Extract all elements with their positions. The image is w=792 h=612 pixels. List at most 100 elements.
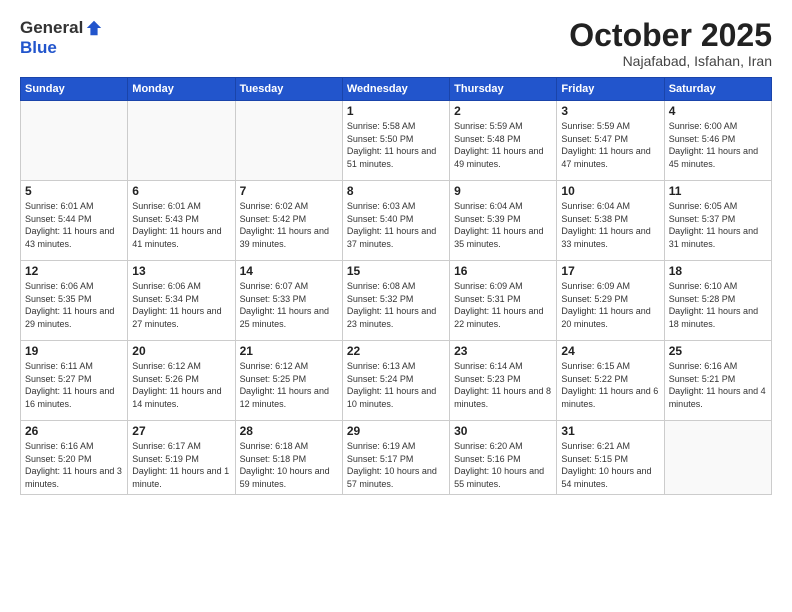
day-info: Sunrise: 6:04 AM Sunset: 5:38 PM Dayligh…	[561, 200, 659, 250]
weekday-header-row: Sunday Monday Tuesday Wednesday Thursday…	[21, 78, 772, 101]
day-number: 3	[561, 104, 659, 118]
day-number: 18	[669, 264, 767, 278]
table-row: 5Sunrise: 6:01 AM Sunset: 5:44 PM Daylig…	[21, 181, 128, 261]
table-row: 27 Sunrise: 6:17 AM Sunset: 5:19 PM Dayli…	[128, 421, 235, 494]
day-info: Sunrise: 6:00 AM Sunset: 5:46 PM Dayligh…	[669, 120, 767, 170]
header-friday: Friday	[557, 78, 664, 101]
table-row: 20 Sunrise: 6:12 AM Sunset: 5:26 PM Dayli…	[128, 341, 235, 421]
day-number: 2	[454, 104, 552, 118]
table-row: 7 Sunrise: 6:02 AM Sunset: 5:42 PM Daylig…	[235, 181, 342, 261]
day-number: 22	[347, 344, 445, 358]
day-number: 7	[240, 184, 338, 198]
day-info: Sunrise: 6:06 AM Sunset: 5:34 PM Dayligh…	[132, 280, 230, 330]
table-row: 25 Sunrise: 6:16 AM Sunset: 5:21 PM Dayli…	[664, 341, 771, 421]
day-number: 20	[132, 344, 230, 358]
day-number: 16	[454, 264, 552, 278]
day-info: Sunrise: 6:13 AM Sunset: 5:24 PM Dayligh…	[347, 360, 445, 410]
table-row: 26Sunrise: 6:16 AM Sunset: 5:20 PM Dayli…	[21, 421, 128, 494]
day-info: Sunrise: 6:17 AM Sunset: 5:19 PM Dayligh…	[132, 440, 230, 490]
day-info: Sunrise: 6:12 AM Sunset: 5:25 PM Dayligh…	[240, 360, 338, 410]
calendar-week-row: 12 Sunrise: 6:06 AM Sunset: 5:35 PM Dayli…	[21, 261, 772, 341]
day-info: Sunrise: 5:59 AM Sunset: 5:47 PM Dayligh…	[561, 120, 659, 170]
month-title: October 2025	[569, 18, 772, 53]
day-number: 31	[561, 424, 659, 438]
day-info: Sunrise: 6:05 AM Sunset: 5:37 PM Dayligh…	[669, 200, 767, 250]
table-row: 22 Sunrise: 6:13 AM Sunset: 5:24 PM Dayli…	[342, 341, 449, 421]
table-row: 30 Sunrise: 6:20 AM Sunset: 5:16 PM Dayli…	[450, 421, 557, 494]
table-row	[128, 101, 235, 181]
calendar-week-row: 1 Sunrise: 5:58 AM Sunset: 5:50 PM Daylig…	[21, 101, 772, 181]
header-thursday: Thursday	[450, 78, 557, 101]
table-row: 21Sunrise: 6:12 AM Sunset: 5:25 PM Dayli…	[235, 341, 342, 421]
table-row: 9 Sunrise: 6:04 AM Sunset: 5:39 PM Daylig…	[450, 181, 557, 261]
day-info: Sunrise: 6:02 AM Sunset: 5:42 PM Dayligh…	[240, 200, 338, 250]
day-number: 28	[240, 424, 338, 438]
day-info: Sunrise: 6:04 AM Sunset: 5:39 PM Dayligh…	[454, 200, 552, 250]
table-row: 3 Sunrise: 5:59 AM Sunset: 5:47 PM Daylig…	[557, 101, 664, 181]
day-number: 14	[240, 264, 338, 278]
table-row: 29Sunrise: 6:19 AM Sunset: 5:17 PM Dayli…	[342, 421, 449, 494]
day-number: 12	[25, 264, 123, 278]
calendar-week-row: 5Sunrise: 6:01 AM Sunset: 5:44 PM Daylig…	[21, 181, 772, 261]
table-row	[235, 101, 342, 181]
day-info: Sunrise: 6:20 AM Sunset: 5:16 PM Dayligh…	[454, 440, 552, 490]
table-row: 8 Sunrise: 6:03 AM Sunset: 5:40 PM Daylig…	[342, 181, 449, 261]
calendar-week-row: 19Sunrise: 6:11 AM Sunset: 5:27 PM Dayli…	[21, 341, 772, 421]
table-row: 13 Sunrise: 6:06 AM Sunset: 5:34 PM Dayli…	[128, 261, 235, 341]
day-number: 17	[561, 264, 659, 278]
day-info: Sunrise: 6:18 AM Sunset: 5:18 PM Dayligh…	[240, 440, 338, 490]
table-row: 18 Sunrise: 6:10 AM Sunset: 5:28 PM Dayli…	[664, 261, 771, 341]
table-row: 6Sunrise: 6:01 AM Sunset: 5:43 PM Daylig…	[128, 181, 235, 261]
table-row: 28 Sunrise: 6:18 AM Sunset: 5:18 PM Dayli…	[235, 421, 342, 494]
day-number: 15	[347, 264, 445, 278]
header-saturday: Saturday	[664, 78, 771, 101]
header-monday: Monday	[128, 78, 235, 101]
day-info: Sunrise: 6:21 AM Sunset: 5:15 PM Dayligh…	[561, 440, 659, 490]
header-sunday: Sunday	[21, 78, 128, 101]
day-info: Sunrise: 6:16 AM Sunset: 5:21 PM Dayligh…	[669, 360, 767, 410]
day-number: 1	[347, 104, 445, 118]
logo-general-text: General	[20, 18, 83, 38]
title-area: October 2025 Najafabad, Isfahan, Iran	[569, 18, 772, 69]
day-info: Sunrise: 6:01 AM Sunset: 5:43 PM Dayligh…	[132, 200, 230, 250]
table-row: 14Sunrise: 6:07 AM Sunset: 5:33 PM Dayli…	[235, 261, 342, 341]
page: General Blue October 2025 Najafabad, Isf…	[0, 0, 792, 612]
day-number: 4	[669, 104, 767, 118]
table-row: 31 Sunrise: 6:21 AM Sunset: 5:15 PM Dayli…	[557, 421, 664, 494]
header-wednesday: Wednesday	[342, 78, 449, 101]
day-number: 10	[561, 184, 659, 198]
table-row: 11 Sunrise: 6:05 AM Sunset: 5:37 PM Dayli…	[664, 181, 771, 261]
day-number: 25	[669, 344, 767, 358]
day-info: Sunrise: 6:12 AM Sunset: 5:26 PM Dayligh…	[132, 360, 230, 410]
day-number: 11	[669, 184, 767, 198]
day-number: 8	[347, 184, 445, 198]
table-row: 15 Sunrise: 6:08 AM Sunset: 5:32 PM Dayli…	[342, 261, 449, 341]
table-row: 1 Sunrise: 5:58 AM Sunset: 5:50 PM Daylig…	[342, 101, 449, 181]
table-row: 23Sunrise: 6:14 AM Sunset: 5:23 PM Dayli…	[450, 341, 557, 421]
day-number: 30	[454, 424, 552, 438]
day-info: Sunrise: 6:19 AM Sunset: 5:17 PM Dayligh…	[347, 440, 445, 490]
logo: General Blue	[20, 18, 103, 58]
day-info: Sunrise: 6:09 AM Sunset: 5:29 PM Dayligh…	[561, 280, 659, 330]
table-row: 10 Sunrise: 6:04 AM Sunset: 5:38 PM Dayli…	[557, 181, 664, 261]
day-info: Sunrise: 6:15 AM Sunset: 5:22 PM Dayligh…	[561, 360, 659, 410]
day-info: Sunrise: 6:14 AM Sunset: 5:23 PM Dayligh…	[454, 360, 552, 410]
day-info: Sunrise: 6:16 AM Sunset: 5:20 PM Dayligh…	[25, 440, 123, 490]
day-info: Sunrise: 6:11 AM Sunset: 5:27 PM Dayligh…	[25, 360, 123, 410]
day-info: Sunrise: 5:58 AM Sunset: 5:50 PM Dayligh…	[347, 120, 445, 170]
day-number: 13	[132, 264, 230, 278]
table-row: 12 Sunrise: 6:06 AM Sunset: 5:35 PM Dayli…	[21, 261, 128, 341]
day-info: Sunrise: 6:10 AM Sunset: 5:28 PM Dayligh…	[669, 280, 767, 330]
calendar-table: Sunday Monday Tuesday Wednesday Thursday…	[20, 77, 772, 494]
table-row	[21, 101, 128, 181]
day-number: 9	[454, 184, 552, 198]
table-row	[664, 421, 771, 494]
day-info: Sunrise: 6:06 AM Sunset: 5:35 PM Dayligh…	[25, 280, 123, 330]
day-info: Sunrise: 5:59 AM Sunset: 5:48 PM Dayligh…	[454, 120, 552, 170]
day-number: 27	[132, 424, 230, 438]
table-row: 24Sunrise: 6:15 AM Sunset: 5:22 PM Dayli…	[557, 341, 664, 421]
day-info: Sunrise: 6:08 AM Sunset: 5:32 PM Dayligh…	[347, 280, 445, 330]
day-info: Sunrise: 6:03 AM Sunset: 5:40 PM Dayligh…	[347, 200, 445, 250]
table-row: 17 Sunrise: 6:09 AM Sunset: 5:29 PM Dayli…	[557, 261, 664, 341]
table-row: 4 Sunrise: 6:00 AM Sunset: 5:46 PM Daylig…	[664, 101, 771, 181]
